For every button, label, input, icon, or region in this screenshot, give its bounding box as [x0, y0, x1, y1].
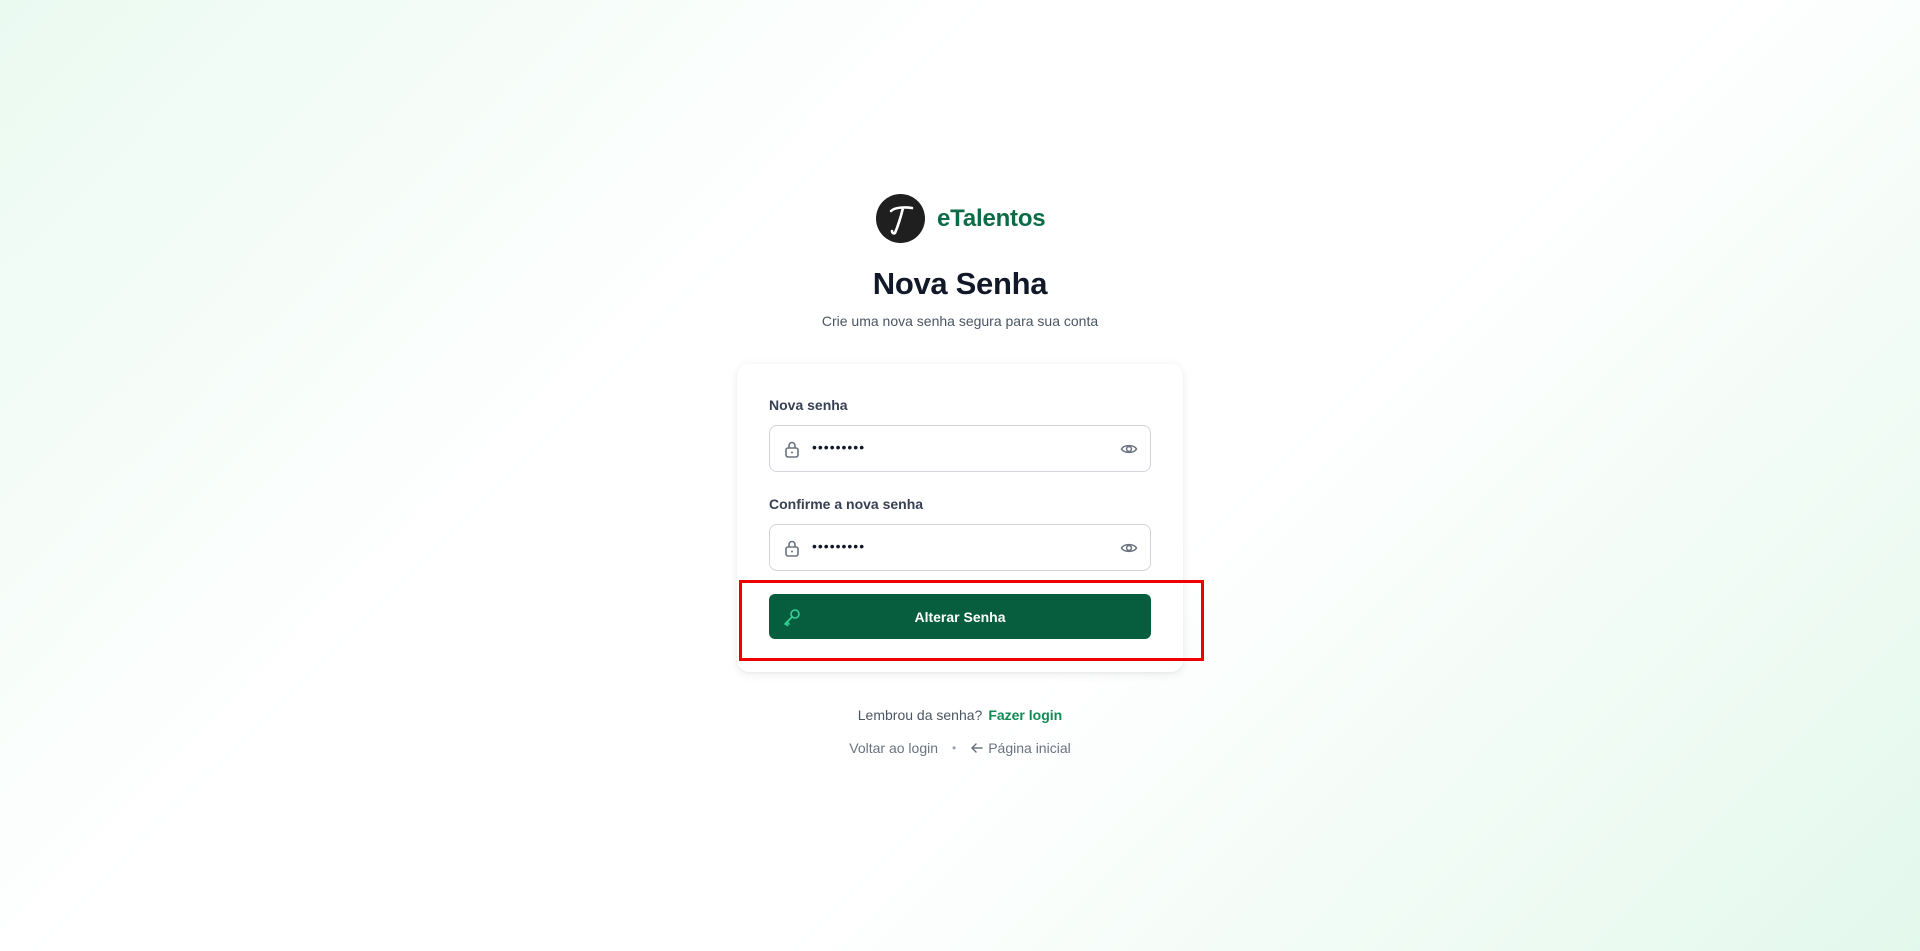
change-password-button[interactable]: Alterar Senha — [769, 594, 1151, 639]
login-link[interactable]: Fazer login — [988, 707, 1062, 723]
separator-dot: • — [952, 741, 957, 755]
logo-t-glyph — [889, 205, 913, 235]
home-link-label: Página inicial — [988, 740, 1071, 756]
logo — [876, 194, 925, 243]
new-password-label: Nova senha — [769, 397, 848, 413]
page-title: Nova Senha — [872, 266, 1048, 301]
password-form-card: Nova senha ••••••••• Confirme a nova sen… — [737, 364, 1183, 672]
key-icon — [782, 607, 802, 632]
new-password-value: ••••••••• — [812, 439, 866, 455]
lock-icon — [784, 539, 800, 562]
eye-icon[interactable] — [1120, 539, 1138, 562]
confirm-password-input[interactable]: ••••••••• — [769, 524, 1151, 571]
new-password-input[interactable]: ••••••••• — [769, 425, 1151, 472]
remember-text: Lembrou da senha? — [857, 707, 983, 723]
page-subtitle: Crie uma nova senha segura para sua cont… — [821, 313, 1099, 329]
home-link[interactable]: Página inicial — [970, 740, 1071, 756]
confirm-password-label: Confirme a nova senha — [769, 496, 924, 512]
arrow-left-icon — [971, 743, 983, 753]
brand: eTalentos — [876, 194, 1046, 243]
back-to-login-link[interactable]: Voltar ao login — [849, 740, 938, 756]
brand-name: eTalentos — [937, 204, 1046, 232]
confirm-password-value: ••••••••• — [812, 538, 866, 554]
change-password-label: Alterar Senha — [914, 608, 1006, 625]
lock-icon — [784, 440, 800, 463]
bottom-nav: Voltar ao login • Página inicial — [0, 740, 1920, 756]
eye-icon[interactable] — [1120, 440, 1138, 463]
remember-password-line: Lembrou da senha? Fazer login — [0, 707, 1920, 723]
